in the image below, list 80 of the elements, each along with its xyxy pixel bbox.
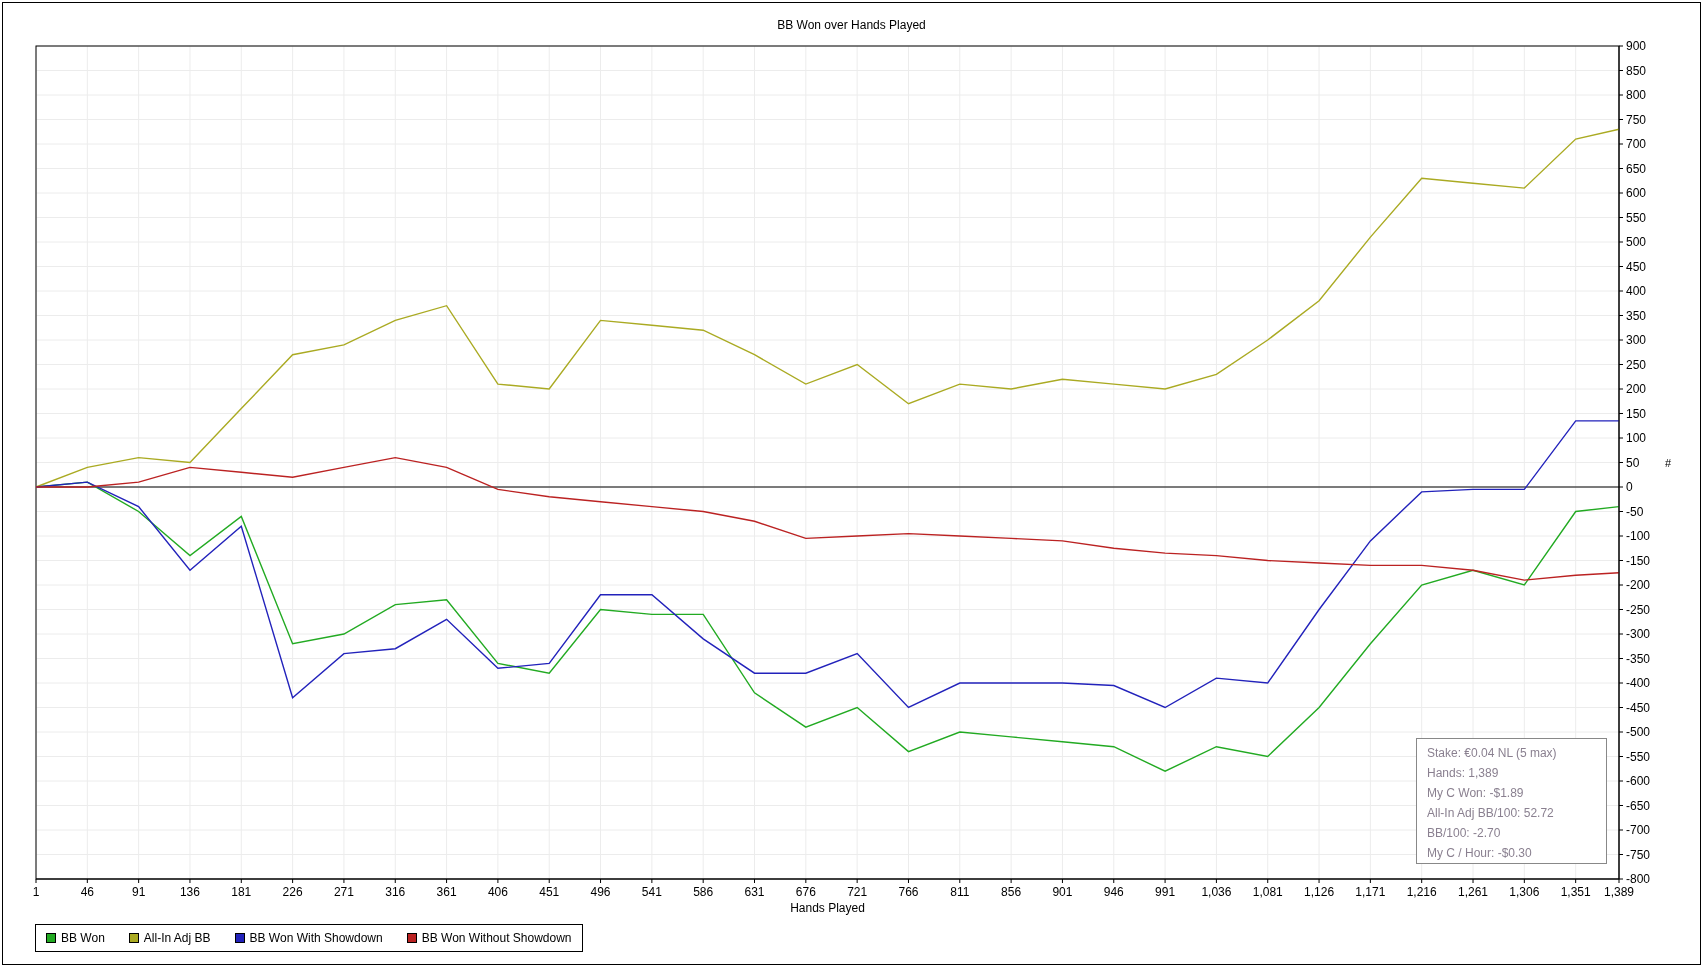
x-tick-label: 1,081 <box>1252 885 1283 899</box>
x-tick-label: 451 <box>539 885 560 899</box>
y-tick-label: -600 <box>1626 774 1651 788</box>
y-tick-label: -700 <box>1626 823 1651 837</box>
y-tick-label: -550 <box>1626 749 1651 764</box>
y-tick-label: -650 <box>1626 798 1651 813</box>
x-tick-label: 406 <box>487 885 508 899</box>
y-tick-label: -800 <box>1626 872 1651 886</box>
y-tick-label: -250 <box>1626 602 1651 617</box>
y-tick-label: -750 <box>1626 847 1651 862</box>
y-tick-label: 100 <box>1626 431 1647 445</box>
y-tick-label: -50 <box>1626 504 1644 519</box>
x-tick-label: 496 <box>590 885 611 899</box>
y-axis-title: # <box>1665 456 1672 469</box>
stats-line: BB/100: -2.70 <box>1427 825 1502 841</box>
x-tick-label: 361 <box>436 885 457 899</box>
y-tick-label: -300 <box>1626 627 1651 641</box>
stats-line: All-In Adj BB/100: 52.72 <box>1427 805 1555 821</box>
legend-label: BB Won Without Showdown <box>421 931 572 945</box>
y-tick-label: 400 <box>1626 284 1647 298</box>
x-tick-label: 901 <box>1052 885 1073 899</box>
x-axis-title: Hands Played <box>790 901 865 915</box>
x-tick-label: 586 <box>693 885 714 899</box>
x-tick-label: 856 <box>1001 885 1022 899</box>
y-tick-label: 700 <box>1626 137 1647 151</box>
y-tick-label: 450 <box>1626 259 1647 274</box>
y-tick-label: 650 <box>1626 161 1647 176</box>
y-tick-label: 500 <box>1626 235 1647 249</box>
x-tick-label: 1,351 <box>1560 885 1591 899</box>
x-tick-label: 1,126 <box>1304 885 1335 899</box>
x-tick-label: 811 <box>950 885 970 899</box>
y-tick-label: 800 <box>1626 88 1647 102</box>
y-tick-label: 550 <box>1626 210 1647 225</box>
x-tick-label: 541 <box>641 885 662 899</box>
x-tick-label: 136 <box>179 885 200 899</box>
x-tick-label: 631 <box>744 885 765 899</box>
x-tick-label: 91 <box>131 885 146 899</box>
stats-line: My C / Hour: -$0.30 <box>1427 845 1533 861</box>
x-tick-label: 1,261 <box>1458 885 1489 899</box>
x-tick-label: 1,216 <box>1406 885 1437 899</box>
y-tick-label: 250 <box>1626 357 1647 372</box>
y-tick-label: 200 <box>1626 382 1647 396</box>
y-tick-label: 150 <box>1626 406 1647 421</box>
x-tick-label: 946 <box>1103 885 1124 899</box>
chart-title: BB Won over Hands Played <box>777 18 926 34</box>
y-tick-label: -200 <box>1626 578 1651 592</box>
x-tick-label: 1 <box>32 885 40 899</box>
y-tick-label: 750 <box>1626 112 1647 127</box>
x-tick-label: 46 <box>80 885 94 899</box>
y-tick-label: 600 <box>1626 186 1647 200</box>
y-tick-label: 900 <box>1626 39 1647 53</box>
x-tick-label: 1,389 <box>1604 885 1634 899</box>
x-tick-label: 721 <box>847 885 868 899</box>
y-tick-label: -350 <box>1626 651 1651 666</box>
y-tick-label: -150 <box>1626 553 1651 568</box>
legend-label: BB Won With Showdown <box>249 931 383 945</box>
x-tick-label: 676 <box>795 885 816 899</box>
y-tick-label: -500 <box>1626 725 1651 739</box>
x-tick-label: 316 <box>385 885 406 899</box>
x-tick-label: 271 <box>333 885 354 899</box>
y-tick-label: -450 <box>1626 700 1651 715</box>
x-tick-label: 1,171 <box>1355 885 1386 899</box>
y-tick-label: 50 <box>1626 455 1640 470</box>
y-tick-label: 850 <box>1626 63 1647 78</box>
legend-label: BB Won <box>61 931 105 945</box>
y-tick-label: -400 <box>1626 676 1651 690</box>
y-tick-label: 350 <box>1626 308 1647 323</box>
x-tick-label: 766 <box>898 885 919 899</box>
x-tick-label: 1,306 <box>1509 885 1540 899</box>
stats-line: Stake: €0.04 NL (5 max) <box>1427 745 1558 761</box>
y-tick-label: -100 <box>1626 529 1651 543</box>
legend-label: All-In Adj BB <box>143 931 211 945</box>
stats-line: Hands: 1,389 <box>1427 765 1500 781</box>
y-tick-label: 300 <box>1626 333 1647 347</box>
stats-line: My C Won: -$1.89 <box>1427 785 1525 801</box>
x-tick-label: 991 <box>1155 885 1176 899</box>
x-tick-label: 181 <box>231 885 252 899</box>
y-tick-label: 0 <box>1626 480 1633 494</box>
x-tick-label: 1,036 <box>1201 885 1232 899</box>
x-tick-label: 226 <box>282 885 303 899</box>
